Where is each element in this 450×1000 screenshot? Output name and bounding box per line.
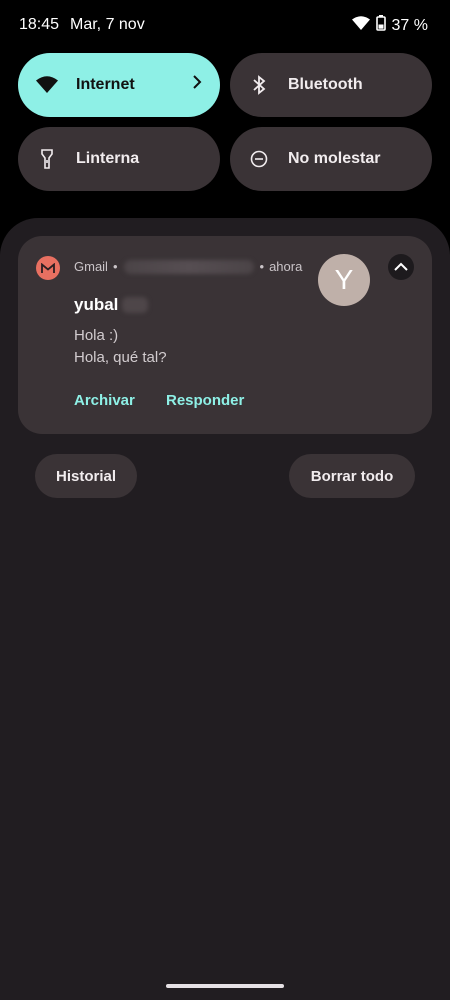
gmail-icon bbox=[36, 256, 60, 280]
sender-name: yubal bbox=[74, 295, 149, 315]
collapse-button[interactable] bbox=[388, 254, 414, 280]
message-line: Hola, qué tal? bbox=[74, 349, 167, 366]
tile-do-not-disturb[interactable]: No molestar bbox=[230, 127, 432, 191]
tile-flashlight[interactable]: Linterna bbox=[18, 127, 220, 191]
flashlight-icon bbox=[36, 148, 58, 170]
chevron-right-icon bbox=[192, 75, 202, 94]
archive-button[interactable]: Archivar bbox=[74, 392, 135, 409]
wifi-icon bbox=[36, 74, 58, 96]
tile-label: Internet bbox=[76, 76, 135, 93]
tile-label: Linterna bbox=[76, 150, 140, 167]
battery-icon bbox=[375, 15, 386, 36]
status-bar: 18:45 Mar, 7 nov 37 % bbox=[0, 0, 450, 50]
reply-button[interactable]: Responder bbox=[166, 392, 244, 409]
blurred-surname bbox=[122, 297, 149, 313]
sender-label: yubal bbox=[74, 295, 119, 314]
notification-header: Gmail • • ahora bbox=[74, 259, 302, 274]
wifi-status-icon bbox=[351, 16, 370, 35]
separator: • bbox=[259, 259, 265, 274]
status-date: Mar, 7 nov bbox=[70, 16, 145, 33]
app-name: Gmail bbox=[74, 259, 108, 274]
do-not-disturb-icon bbox=[248, 148, 270, 170]
tile-bluetooth[interactable]: Bluetooth bbox=[230, 53, 432, 117]
history-button[interactable]: Historial bbox=[35, 454, 137, 498]
battery-percent: 37 % bbox=[391, 16, 428, 34]
status-time: 18:45 bbox=[19, 16, 60, 33]
chevron-up-icon bbox=[394, 258, 408, 276]
clear-all-button[interactable]: Borrar todo bbox=[289, 454, 415, 498]
tile-label: Bluetooth bbox=[288, 76, 363, 93]
notification-time: ahora bbox=[269, 259, 303, 274]
message-line: Hola :) bbox=[74, 327, 119, 344]
separator: • bbox=[112, 259, 118, 274]
status-icons: 37 % bbox=[351, 15, 428, 36]
gmail-notification[interactable]: Gmail • • ahora Y yubal Hola :) Hola, qu… bbox=[18, 236, 432, 434]
bluetooth-icon bbox=[248, 74, 270, 96]
tile-internet[interactable]: Internet bbox=[18, 53, 220, 117]
blurred-account bbox=[123, 259, 254, 274]
home-indicator[interactable] bbox=[166, 984, 284, 988]
avatar: Y bbox=[318, 254, 370, 306]
tile-label: No molestar bbox=[288, 150, 381, 167]
